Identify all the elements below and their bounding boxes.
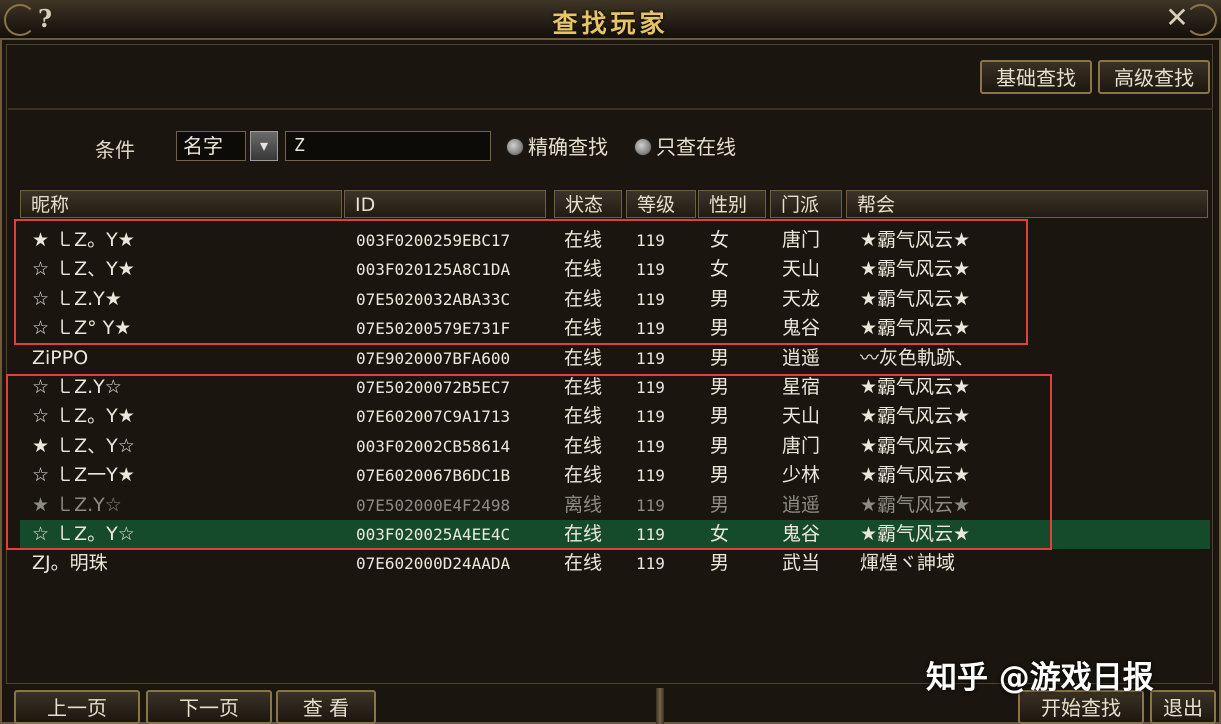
radio-icon xyxy=(506,138,524,156)
col-header-gender[interactable]: 性别 xyxy=(698,190,766,218)
highlight-box-bottom xyxy=(6,374,1052,550)
col-header-level[interactable]: 等级 xyxy=(626,190,696,218)
exact-search-label: 精确查找 xyxy=(528,135,608,159)
cell-id: 07E602000D24AADA xyxy=(356,554,511,574)
divider-ornament xyxy=(656,688,664,724)
cell-level: 119 xyxy=(636,554,665,574)
cell-school: 逍遥 xyxy=(782,346,821,369)
cell-guild: 〰灰色軌跡、 xyxy=(860,346,975,369)
title-bar: ? 查找玩家 ✕ xyxy=(0,0,1221,40)
window-title: 查找玩家 xyxy=(552,9,669,38)
col-header-nickname[interactable]: 昵称 xyxy=(20,190,342,218)
view-button[interactable]: 查 看 xyxy=(276,690,376,724)
exact-search-radio[interactable]: 精确查找 xyxy=(506,133,608,161)
cell-nickname: ZJ。明珠 xyxy=(32,552,108,575)
cell-level: 119 xyxy=(636,348,665,368)
cell-guild: 煇煌ヾ訷域 xyxy=(860,552,956,575)
advanced-search-tab[interactable]: 高级查找 xyxy=(1098,60,1210,94)
condition-label: 条件 xyxy=(95,138,135,162)
col-header-id[interactable]: ID xyxy=(344,190,546,218)
cell-gender: 男 xyxy=(710,346,730,369)
online-only-label: 只查在线 xyxy=(656,135,736,159)
online-only-radio[interactable]: 只查在线 xyxy=(634,133,736,161)
cell-school: 武当 xyxy=(782,552,821,575)
chevron-down-icon[interactable]: ▾ xyxy=(250,131,278,161)
search-input[interactable]: Z xyxy=(285,131,491,161)
table-row[interactable]: ZiPPO 07E9020007BFA600 在线 119 男 逍遥 〰灰色軌跡、 xyxy=(20,344,1210,373)
watermark: 知乎 @游戏日报 xyxy=(926,660,1154,696)
cell-nickname: ZiPPO xyxy=(32,346,89,369)
cell-gender: 男 xyxy=(710,552,730,575)
exit-button[interactable]: 退出 xyxy=(1150,690,1216,724)
cell-status: 在线 xyxy=(564,552,603,575)
divider xyxy=(8,108,1213,110)
field-select[interactable]: 名字 xyxy=(176,131,246,161)
prev-page-button[interactable]: 上一页 xyxy=(14,690,140,724)
cell-status: 在线 xyxy=(564,346,603,369)
highlight-box-top xyxy=(14,219,1028,345)
col-header-school[interactable]: 门派 xyxy=(770,190,842,218)
cell-id: 07E9020007BFA600 xyxy=(356,348,511,368)
next-page-button[interactable]: 下一页 xyxy=(146,690,272,724)
radio-icon xyxy=(634,138,652,156)
corner-ornament-right xyxy=(1185,4,1217,36)
basic-search-tab[interactable]: 基础查找 xyxy=(980,60,1092,94)
col-header-guild[interactable]: 帮会 xyxy=(846,190,1208,218)
table-row[interactable]: ZJ。明珠 07E602000D24AADA 在线 119 男 武当 煇煌ヾ訷域 xyxy=(20,549,1210,578)
col-header-status[interactable]: 状态 xyxy=(554,190,622,218)
